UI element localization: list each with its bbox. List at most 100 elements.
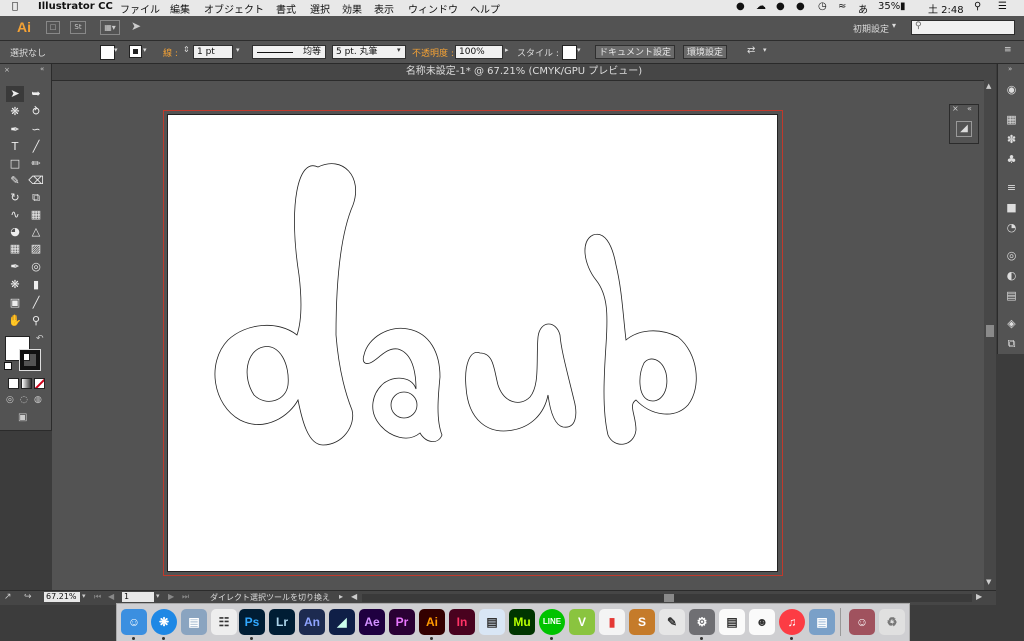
ime-indicator[interactable]: あ xyxy=(858,1,868,16)
workspace-switcher[interactable]: 初期設定 xyxy=(853,22,889,35)
arrange-documents-icon[interactable]: ▦▾ xyxy=(100,20,120,35)
menu-effect[interactable]: 効果 xyxy=(342,1,362,16)
textedit-icon[interactable]: ▤ xyxy=(719,609,745,635)
line-app-icon[interactable]: LINE xyxy=(539,609,565,635)
free-transform-tool-icon[interactable]: ▦ xyxy=(27,207,45,223)
paintbrush-tool-icon[interactable]: ✏ xyxy=(27,156,45,172)
layers-icon[interactable]: ◈ xyxy=(1003,316,1020,331)
control-menu-icon[interactable]: ▾ xyxy=(763,46,767,54)
swap-fill-stroke-icon[interactable]: ↶ xyxy=(36,334,44,344)
color-guide-icon[interactable]: ◉ xyxy=(1003,82,1020,97)
collapse-icon[interactable]: » xyxy=(1008,65,1012,73)
appearance-icon[interactable]: ◎ xyxy=(1003,248,1020,263)
eraser-tool-icon[interactable]: ⌫ xyxy=(27,173,45,189)
artboard-number-field[interactable]: 1 xyxy=(122,592,154,602)
default-colors-icon[interactable] xyxy=(4,362,12,370)
script-editor-icon[interactable]: ✎ xyxy=(659,609,685,635)
scroll-left-icon[interactable]: ◀ xyxy=(351,592,357,601)
asset-export-icon[interactable]: ▤ xyxy=(1003,288,1020,303)
menu-select[interactable]: 選択 xyxy=(310,1,330,16)
itunes-icon[interactable]: ♫ xyxy=(779,609,805,635)
numbers-icon[interactable]: ▮ xyxy=(599,609,625,635)
gradient-panel-icon[interactable]: ■ xyxy=(1003,200,1020,215)
scroll-right-icon[interactable]: ▶ xyxy=(976,592,982,601)
stroke-label[interactable]: 線 : xyxy=(163,46,178,59)
character-app-icon[interactable]: ☻ xyxy=(749,609,775,635)
eyedropper-tool-icon[interactable]: ✒ xyxy=(6,259,24,275)
status-menu-icon[interactable]: ▸ xyxy=(339,592,343,601)
gradient-mode-icon[interactable] xyxy=(21,378,32,389)
symbol-sprayer-tool-icon[interactable]: ❋ xyxy=(6,277,24,293)
premiere-icon[interactable]: Pr xyxy=(389,609,415,635)
help-search-input[interactable]: ⚲ xyxy=(911,20,1015,35)
line-tool-icon[interactable]: ╱ xyxy=(27,139,45,155)
menu-edit[interactable]: 編集 xyxy=(170,1,190,16)
after-effects-icon[interactable]: Ae xyxy=(359,609,385,635)
color-mode-icon[interactable] xyxy=(8,378,19,389)
bridge-icon[interactable]: □ xyxy=(46,21,60,34)
line-status-icon[interactable]: ● xyxy=(776,1,785,12)
blend-tool-icon[interactable]: ◎ xyxy=(27,259,45,275)
cloud-icon[interactable]: ☁ xyxy=(756,1,766,12)
battery-percent[interactable]: 35% xyxy=(878,1,900,12)
slice-tool-icon[interactable]: ╱ xyxy=(27,295,45,311)
stroke-panel-icon[interactable]: ≡ xyxy=(1003,180,1020,195)
artboard-tool-icon[interactable]: ▣ xyxy=(6,295,24,311)
media-encoder-icon[interactable]: ◢ xyxy=(329,609,355,635)
graphic-styles-icon[interactable]: ◐ xyxy=(1003,268,1020,283)
preferences-button[interactable]: 環境設定 xyxy=(683,45,728,59)
scroll-down-icon[interactable]: ▼ xyxy=(986,578,991,586)
vertical-scrollbar[interactable]: ▲ ▼ xyxy=(984,80,996,590)
transparency-icon[interactable]: ◔ xyxy=(1003,220,1020,235)
column-graph-tool-icon[interactable]: ▮ xyxy=(27,277,45,293)
menu-view[interactable]: 表示 xyxy=(374,1,394,16)
sublime-text-icon[interactable]: S xyxy=(629,609,655,635)
artboard[interactable] xyxy=(167,114,778,572)
artboards-icon[interactable]: ⧉ xyxy=(1003,336,1020,351)
share-icon[interactable]: ↗ xyxy=(4,592,12,602)
stroke-stepper[interactable]: ⇕ xyxy=(183,45,190,54)
indesign-icon[interactable]: In xyxy=(449,609,475,635)
menu-file[interactable]: ファイル xyxy=(120,1,160,16)
type-tool-icon[interactable]: T xyxy=(6,139,24,155)
trash-icon[interactable]: ♻ xyxy=(879,609,905,635)
vectorworks-icon[interactable]: V xyxy=(569,609,595,635)
opacity-label[interactable]: 不透明度 : xyxy=(412,46,454,59)
zoom-dropdown-icon[interactable]: ▾ xyxy=(82,592,86,600)
brushes-icon[interactable]: ✽ xyxy=(1003,132,1020,147)
dreamweaver-file-icon[interactable]: ▤ xyxy=(479,609,505,635)
menu-object[interactable]: オブジェクト xyxy=(204,1,264,16)
safari-icon[interactable]: ❋ xyxy=(151,609,177,635)
prev-artboard-icon[interactable]: ◀ xyxy=(108,592,114,601)
gradient-tool-icon[interactable]: ▨ xyxy=(27,241,45,257)
opacity-field[interactable]: 100% xyxy=(455,45,503,59)
brush-dropdown-icon[interactable]: ▾ xyxy=(397,46,401,54)
app-menu[interactable]: Illustrator CC xyxy=(38,1,113,12)
pen-tool-icon[interactable]: ✒ xyxy=(6,122,24,138)
first-artboard-icon[interactable]: ⏮ xyxy=(94,592,101,602)
hand-tool-icon[interactable]: ✋ xyxy=(6,313,24,329)
opacity-arrow-icon[interactable]: ▸ xyxy=(505,46,509,54)
preview-icon[interactable]: ▤ xyxy=(181,609,207,635)
creative-cloud-icon[interactable]: ● xyxy=(736,1,745,12)
system-preferences-icon[interactable]: ⚙ xyxy=(689,609,715,635)
stroke-dropdown-icon[interactable]: ▾ xyxy=(143,46,147,54)
collapse-icon[interactable]: « xyxy=(40,65,44,73)
collapsed-panel[interactable]: × « ◢ xyxy=(949,104,979,144)
lightroom-icon[interactable]: Lr xyxy=(269,609,295,635)
horizontal-scroll-thumb[interactable] xyxy=(664,594,674,602)
stroke-weight-field[interactable]: 1 pt xyxy=(193,45,233,59)
selection-tool-icon[interactable]: ➤ xyxy=(6,86,24,102)
evernote-icon[interactable]: ● xyxy=(796,1,805,12)
stroke-color-box[interactable] xyxy=(19,349,41,371)
menu-type[interactable]: 書式 xyxy=(276,1,296,16)
panel-menu-icon[interactable]: ≡ xyxy=(1004,45,1012,55)
export-icon[interactable]: ↪ xyxy=(24,592,32,602)
align-options-icon[interactable]: ⇄ xyxy=(747,45,755,56)
variable-width-profile[interactable]: 均等 xyxy=(252,45,326,59)
fill-dropdown-icon[interactable]: ▾ xyxy=(114,46,118,54)
image-capture-icon[interactable]: ▤ xyxy=(809,609,835,635)
horizontal-scrollbar[interactable] xyxy=(362,594,972,602)
fill-swatch[interactable] xyxy=(100,45,115,60)
vertical-scroll-thumb[interactable] xyxy=(986,325,994,337)
